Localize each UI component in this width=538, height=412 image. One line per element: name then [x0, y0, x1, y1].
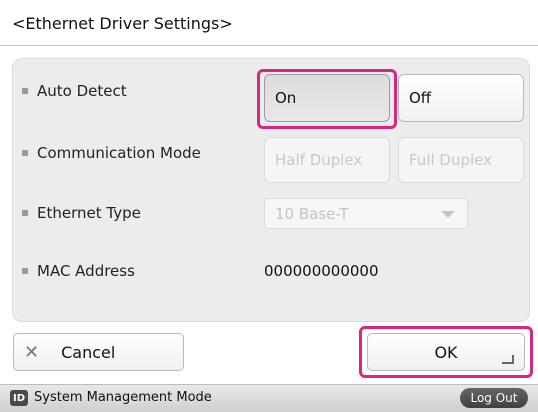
mac-address-label: MAC Address: [22, 262, 135, 280]
bullet-icon: [22, 268, 28, 274]
mac-address-text: MAC Address: [37, 262, 135, 280]
ethernet-type-select[interactable]: 10 Base-T: [264, 198, 468, 229]
bullet-icon: [22, 88, 28, 94]
bullet-icon: [22, 210, 28, 216]
page-title: <Ethernet Driver Settings>: [12, 14, 233, 33]
status-bar: ID System Management Mode Log Out: [0, 384, 538, 412]
ethernet-type-text: Ethernet Type: [37, 204, 141, 222]
close-icon: ✕: [24, 341, 40, 363]
communication-mode-label: Communication Mode: [22, 144, 201, 162]
id-icon: ID: [10, 390, 28, 406]
mode-text: System Management Mode: [34, 390, 212, 405]
logout-button[interactable]: Log Out: [460, 388, 528, 408]
ethernet-type-label: Ethernet Type: [22, 204, 141, 222]
auto-detect-off-button[interactable]: Off: [398, 74, 524, 122]
auto-detect-off-label: Off: [409, 89, 432, 107]
ethernet-type-value: 10 Base-T: [275, 204, 349, 223]
half-duplex-button[interactable]: Half Duplex: [264, 137, 390, 183]
ok-button-highlight: [359, 326, 533, 378]
auto-detect-text: Auto Detect: [37, 82, 127, 100]
chevron-down-icon: [441, 211, 455, 218]
on-button-highlight: [257, 69, 397, 129]
full-duplex-label: Full Duplex: [409, 151, 493, 169]
screen: <Ethernet Driver Settings> Auto Detect O…: [0, 0, 538, 412]
cancel-button[interactable]: ✕ Cancel: [13, 333, 184, 371]
half-duplex-label: Half Duplex: [275, 151, 363, 169]
communication-mode-text: Communication Mode: [37, 144, 201, 162]
mac-address-value: 000000000000: [264, 262, 379, 280]
auto-detect-label: Auto Detect: [22, 82, 127, 100]
cancel-label: Cancel: [61, 342, 116, 362]
title-divider: [0, 45, 538, 46]
full-duplex-button[interactable]: Full Duplex: [398, 137, 524, 183]
bullet-icon: [22, 150, 28, 156]
